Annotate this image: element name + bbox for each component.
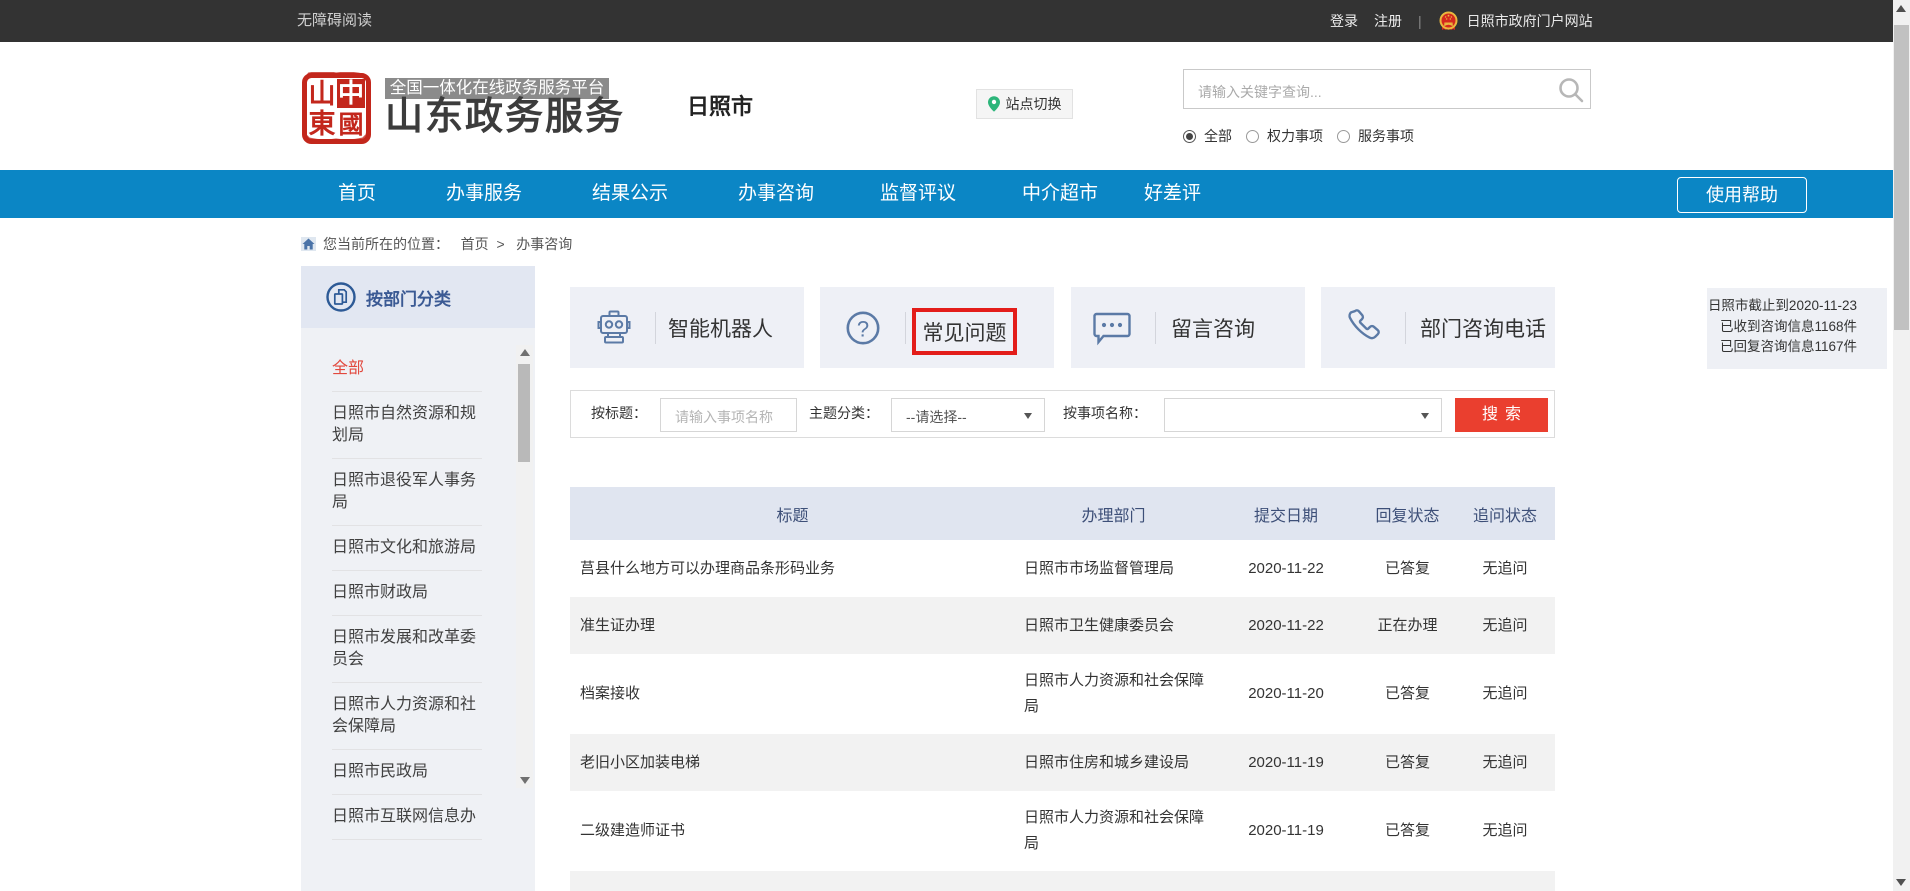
svg-text:東: 東 [309, 109, 336, 139]
svg-text:?: ? [857, 317, 869, 342]
svg-text:國: 國 [338, 112, 363, 139]
svg-text:山: 山 [309, 79, 336, 109]
svg-text:中: 中 [338, 79, 364, 108]
